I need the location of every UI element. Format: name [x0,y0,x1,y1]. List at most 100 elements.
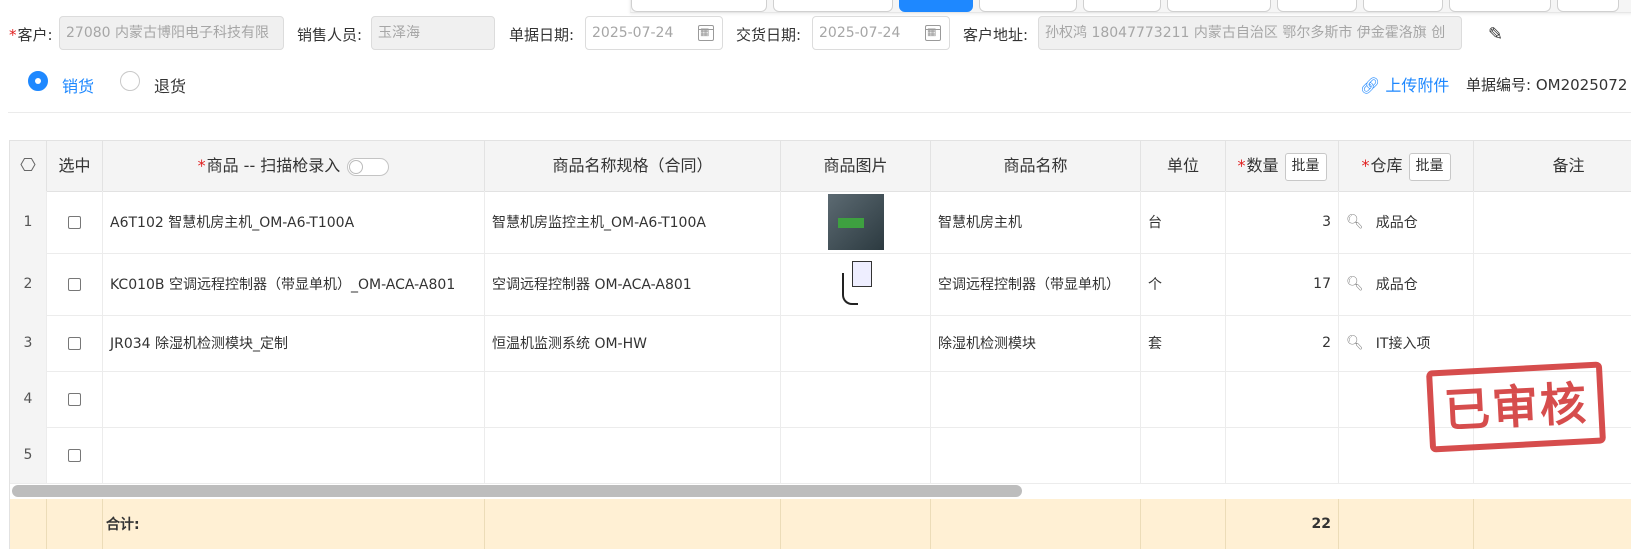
scanner-toggle[interactable] [347,157,390,176]
product-cell[interactable]: KC010B 空调远程控制器（带显单机）_OM-ACA-A801 [103,253,485,315]
product-cell[interactable] [103,371,485,427]
radio-return[interactable] [120,71,140,91]
warehouse-cell[interactable]: 🔍︎ 成品仓 [1339,253,1474,315]
row-checkbox[interactable] [68,448,81,462]
address-field[interactable]: 孙权鸿 18047773211 内蒙古自治区 鄂尔多斯市 伊金霍洛旗 创 [1038,16,1462,50]
table-row: 2 KC010B 空调远程控制器（带显单机）_OM-ACA-A801 空调远程控… [10,253,1631,316]
warehouse-cell[interactable]: 🔍︎ IT接入项 [1339,315,1474,371]
customer-field[interactable]: 27080 内蒙古博阳电子科技有限 [59,16,284,50]
total-label: 合计: [103,499,485,549]
header-image: 商品图片 [781,141,931,191]
row-index: 2 [10,253,47,315]
row-index: 1 [10,191,47,253]
sales-label: 销售人员: [297,26,363,44]
spec-cell[interactable]: 恒温机监测系统 OM-HW [485,315,781,371]
sales-person-field[interactable]: 玉泽海 [371,16,495,50]
toolbar-button-7[interactable] [1363,0,1443,12]
settings-icon[interactable]: ⎔ [20,155,36,176]
grid-header: ⎔ 选中 *商品 -- 扫描枪录入 商品名称规格（合同） 商品图片 商品名称 单… [10,141,1631,192]
row-checkbox[interactable] [68,215,81,229]
header-remark: 备注 [1474,141,1631,191]
doc-date-field[interactable]: 2025-07-24 [585,16,723,50]
calendar-icon[interactable] [925,25,941,41]
total-qty: 22 [1226,499,1339,549]
delivery-date-value: 2025-07-24 [819,25,901,41]
header-name: 商品名称 [931,141,1141,191]
row-checkbox[interactable] [68,392,81,406]
top-toolbar [630,0,1631,13]
doc-number: 单据编号: OM2025072 [1466,74,1627,95]
toolbar-button-6[interactable] [1277,0,1357,12]
radio-sale[interactable] [28,71,48,91]
row-index: 3 [10,315,47,371]
image-cell[interactable] [781,315,931,371]
header-product: *商品 -- 扫描枪录入 [103,141,485,191]
table-row: 5 [10,427,1631,484]
warehouse-batch-button[interactable]: 批量 [1408,152,1451,181]
qty-cell[interactable] [1226,427,1339,483]
table-row: 3 JR034 除湿机检测模块_定制 恒温机监测系统 OM-HW 除湿机检测模块… [10,315,1631,372]
product-cell[interactable]: JR034 除湿机检测模块_定制 [103,315,485,371]
product-image[interactable] [836,259,876,309]
search-icon[interactable]: 🔍︎ [1346,276,1364,292]
product-cell[interactable]: A6T102 智慧机房主机_OM-A6-T100A [103,191,485,253]
spec-cell[interactable] [485,371,781,427]
qty-cell[interactable]: 2 [1226,315,1339,371]
upload-attachment-link[interactable]: 🔗︎ 上传附件 [1360,72,1449,96]
qty-cell[interactable]: 17 [1226,253,1339,315]
radio-sale-label[interactable]: 销货 [62,73,94,97]
header-warehouse-label: 仓库 [1370,156,1403,175]
product-cell[interactable] [103,427,485,483]
doc-date-value: 2025-07-24 [592,25,674,41]
spec-cell[interactable]: 空调远程控制器 OM-ACA-A801 [485,253,781,315]
toolbar-button-primary[interactable] [899,0,973,12]
column-settings[interactable]: ⎔ [10,141,47,191]
name-cell: 除湿机检测模块 [931,315,1141,371]
warehouse-value: 成品仓 [1375,215,1418,231]
toolbar-button-3[interactable] [979,0,1077,12]
name-cell [931,371,1141,427]
product-image[interactable] [827,194,884,250]
qty-cell[interactable]: 3 [1226,191,1339,253]
search-icon[interactable]: 🔍︎ [1346,214,1364,230]
form-row-header: *客户: 27080 内蒙古博阳电子科技有限 销售人员: 玉泽海 单据日期: 2… [0,14,1631,52]
toolbar-button-2[interactable] [773,0,893,12]
remark-cell[interactable] [1474,315,1631,371]
qty-batch-button[interactable]: 批量 [1284,152,1327,181]
table-row: 1 A6T102 智慧机房主机_OM-A6-T100A 智慧机房监控主机_OM-… [10,191,1631,254]
spec-cell[interactable]: 智慧机房监控主机_OM-A6-T100A [485,191,781,253]
qty-cell[interactable] [1226,371,1339,427]
header-warehouse: *仓库 批量 [1339,141,1474,191]
image-cell[interactable] [781,427,931,483]
warehouse-cell[interactable]: 🔍︎ 成品仓 [1339,191,1474,253]
unit-cell [1141,371,1226,427]
spec-cell[interactable] [485,427,781,483]
toolbar-button-4[interactable] [1083,0,1161,12]
doc-number-label: 单据编号: [1466,76,1532,94]
search-icon[interactable]: 🔍︎ [1346,335,1364,351]
header-qty: *数量 批量 [1226,141,1339,191]
divider [8,112,1631,113]
delivery-date-label: 交货日期: [736,26,802,44]
delivery-date-field[interactable]: 2025-07-24 [812,16,950,50]
toolbar-button-8[interactable] [1449,0,1551,12]
unit-cell: 套 [1141,315,1226,371]
customer-label: *客户: [9,26,53,44]
form-row-type: 销货 退货 🔗︎ 上传附件 单据编号: OM2025072 [0,66,1631,98]
radio-return-label[interactable]: 退货 [154,73,186,97]
table-row: 4 [10,371,1631,428]
grid-footer: 合计: 22 [10,499,1631,549]
row-index: 4 [10,371,47,427]
toolbar-button-5[interactable] [1167,0,1271,12]
toolbar-button-1[interactable] [631,0,767,12]
remark-cell[interactable] [1474,253,1631,315]
image-cell[interactable] [781,371,931,427]
horizontal-scrollbar[interactable] [12,485,1022,497]
remark-cell[interactable] [1474,191,1631,253]
calendar-icon[interactable] [698,25,714,41]
row-checkbox[interactable] [68,336,81,350]
unit-cell [1141,427,1226,483]
toolbar-button-9[interactable] [1557,0,1619,12]
row-checkbox[interactable] [68,277,81,291]
edit-icon[interactable]: ✎ [1488,24,1503,45]
